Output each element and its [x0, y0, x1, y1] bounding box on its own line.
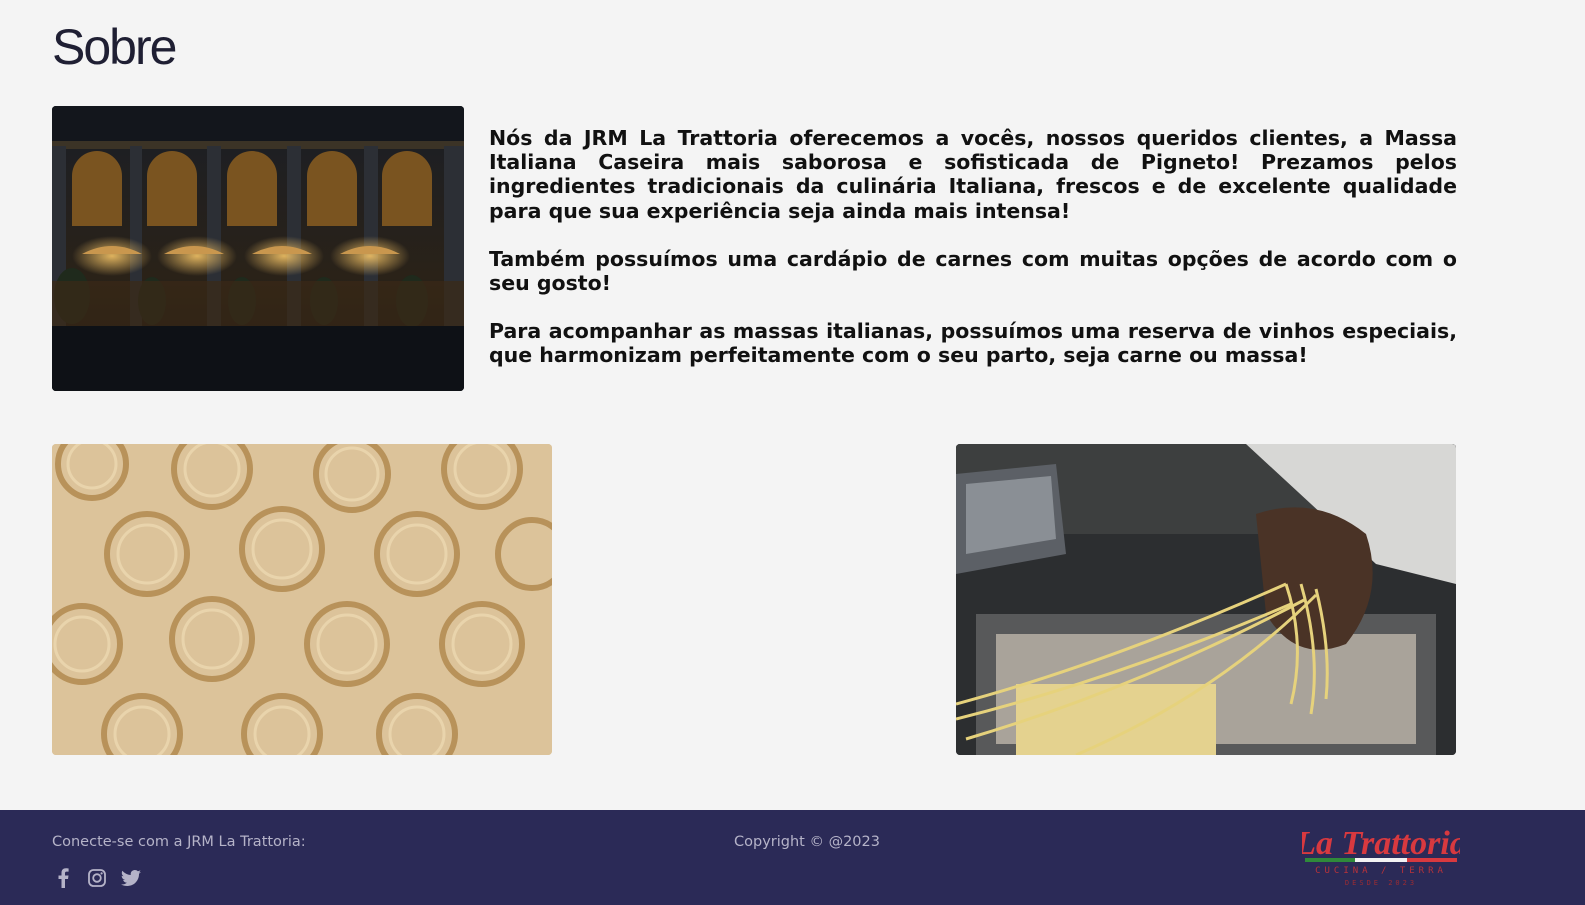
- svg-text:La Trattoria: La Trattoria: [1302, 825, 1460, 862]
- copyright-text: Copyright © @2023: [734, 834, 880, 850]
- svg-text:DESDE 2023: DESDE 2023: [1345, 879, 1417, 887]
- page-title: Sobre: [52, 19, 177, 75]
- site-footer: Conecte-se com a JRM La Trattoria: Copyr…: [0, 810, 1585, 905]
- twitter-icon[interactable]: [120, 867, 142, 889]
- svg-text:CUCINA / TERRA: CUCINA / TERRA: [1315, 866, 1447, 876]
- pasta-nests-image: [52, 444, 552, 755]
- instagram-icon[interactable]: [86, 867, 108, 889]
- restaurant-exterior-image: [52, 106, 464, 391]
- la-trattoria-logo[interactable]: La Trattoria CUCINA / TERRA DESDE 2023: [1294, 818, 1467, 888]
- pasta-making-image: [956, 444, 1456, 755]
- social-links: [52, 867, 142, 889]
- about-paragraph: Também possuímos uma cardápio de carnes …: [489, 246, 1457, 296]
- about-paragraph: Para acompanhar as massas italianas, pos…: [489, 319, 1457, 368]
- facebook-icon[interactable]: [52, 867, 74, 889]
- about-text: Nós da JRM La Trattoria oferecemos a voc…: [489, 126, 1457, 392]
- about-paragraph: Nós da JRM La Trattoria oferecemos a voc…: [489, 126, 1457, 223]
- connect-label: Conecte-se com a JRM La Trattoria:: [52, 834, 306, 850]
